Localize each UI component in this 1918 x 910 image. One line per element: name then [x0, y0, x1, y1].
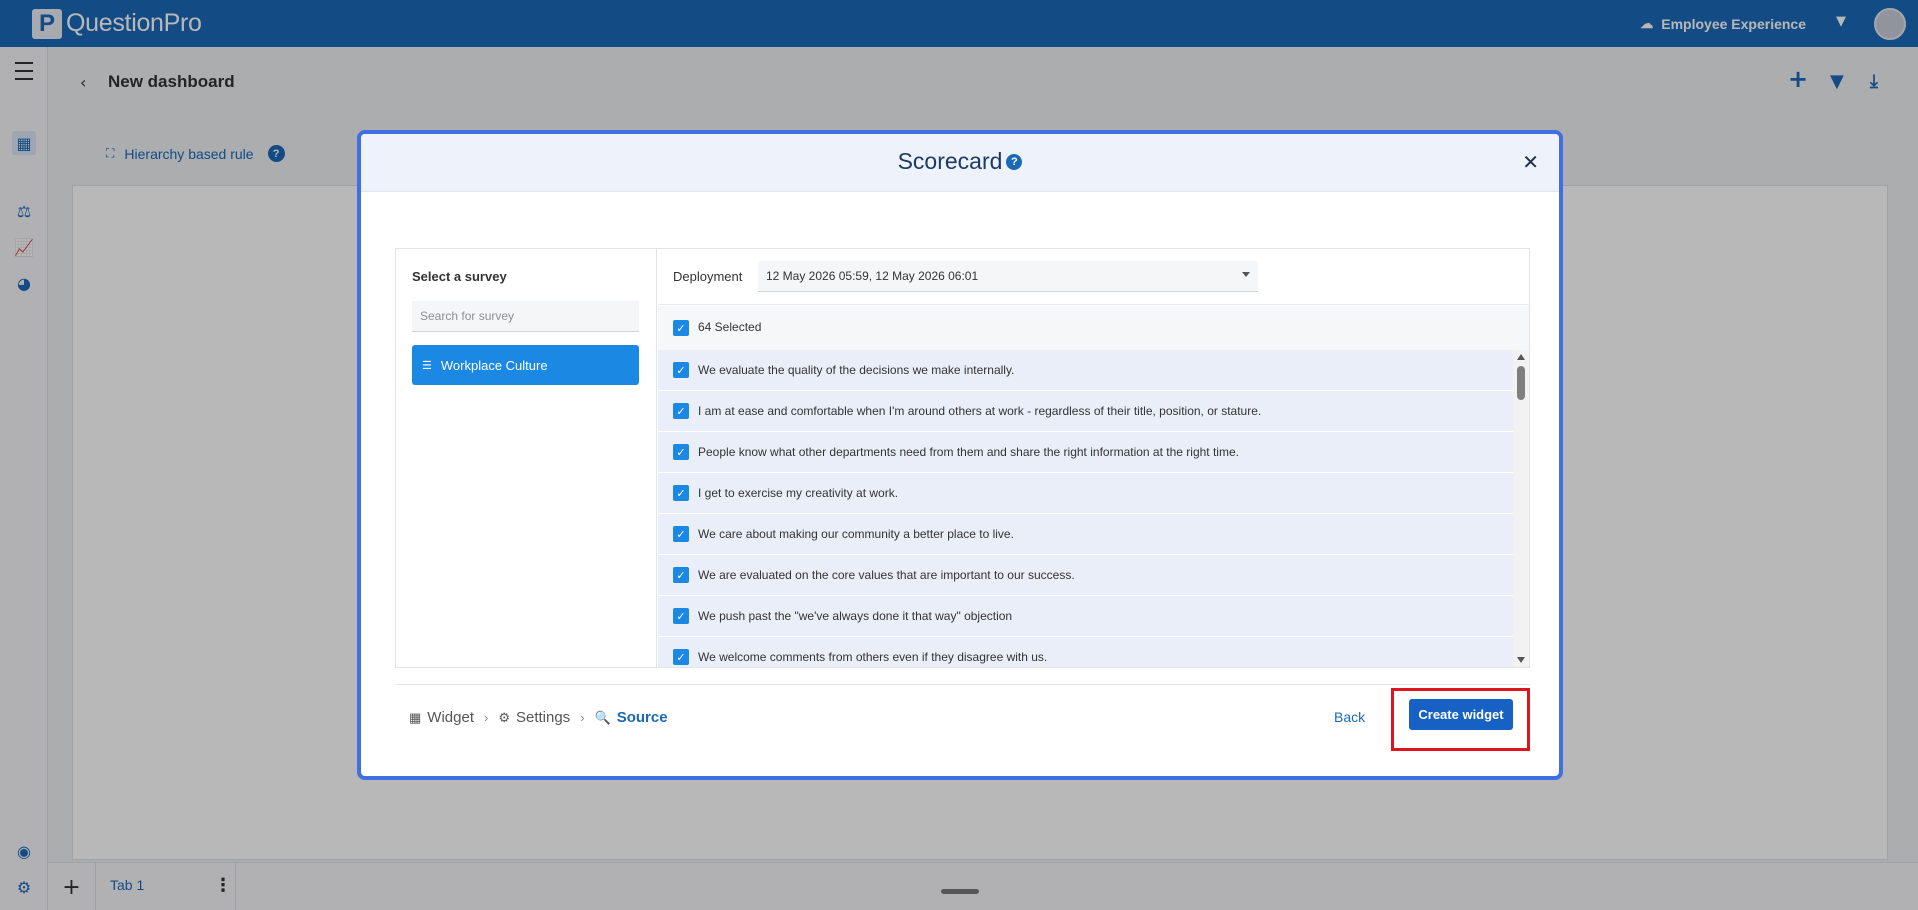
- scroll-down-icon[interactable]: [1517, 657, 1525, 663]
- checklist-icon: ☰: [422, 359, 432, 372]
- selected-count: 64 Selected: [698, 320, 762, 334]
- select-all-row: ✓ 64 Selected: [658, 306, 1529, 350]
- question-text: We care about making our community a bet…: [698, 527, 1014, 541]
- list-item: ✓ We are evaluated on the core values tha…: [658, 555, 1513, 596]
- deployment-bar: Deployment 12 May 2026 05:59, 12 May 202…: [658, 249, 1529, 305]
- list-item: ✓ I get to exercise my creativity at work…: [658, 473, 1513, 514]
- source-panel: Select a survey ☰ Workplace Culture Depl…: [395, 248, 1530, 668]
- question-text: I get to exercise my creativity at work.: [698, 486, 899, 500]
- deployment-label: Deployment: [673, 269, 743, 284]
- survey-item-workplace-culture[interactable]: ☰ Workplace Culture: [412, 345, 639, 385]
- list-item: ✓ People know what other departments need…: [658, 432, 1513, 473]
- survey-selector: Select a survey ☰ Workplace Culture: [396, 249, 657, 667]
- deployment-select[interactable]: 12 May 2026 05:59, 12 May 2026 06:01: [758, 261, 1258, 292]
- question-checkbox[interactable]: ✓: [673, 567, 689, 583]
- scrollbar[interactable]: [1513, 350, 1529, 667]
- breadcrumb: ▦ Widget › ⚙ Settings › 🔍 Source: [409, 709, 668, 726]
- scroll-up-icon[interactable]: [1517, 354, 1525, 360]
- highlight-box: [1391, 688, 1530, 751]
- modal-header: Scorecard? ✕: [361, 134, 1559, 192]
- survey-search-input[interactable]: [412, 301, 639, 332]
- survey-item-label: Workplace Culture: [440, 357, 548, 373]
- question-list: ✓ We evaluate the quality of the decision…: [658, 350, 1513, 667]
- question-text: People know what other departments need …: [698, 445, 1239, 459]
- question-text: We push past the "we've always done it t…: [698, 609, 1013, 623]
- question-text: We welcome comments from others even if …: [698, 650, 1048, 664]
- search-icon: 🔍: [594, 709, 611, 725]
- breadcrumb-settings[interactable]: Settings: [516, 709, 570, 726]
- table-icon: ▦: [409, 709, 422, 725]
- back-button[interactable]: Back: [1334, 709, 1365, 725]
- question-checkbox[interactable]: ✓: [673, 649, 689, 665]
- breadcrumb-widget[interactable]: Widget: [427, 709, 474, 726]
- caret-down-icon: [1242, 272, 1250, 277]
- modal-title: Scorecard?: [361, 148, 1559, 175]
- question-checkbox[interactable]: ✓: [673, 608, 689, 624]
- chevron-right-icon: ›: [580, 710, 585, 725]
- gear-icon: ⚙: [498, 709, 510, 725]
- list-item: ✓ We care about making our community a be…: [658, 514, 1513, 555]
- list-item: ✓ We evaluate the quality of the decision…: [658, 350, 1513, 391]
- select-all-checkbox[interactable]: ✓: [673, 320, 689, 336]
- question-checkbox[interactable]: ✓: [673, 444, 689, 460]
- list-item: ✓ I am at ease and comfortable when I'm a…: [658, 391, 1513, 432]
- footer-divider: [395, 684, 1530, 685]
- question-selector: Deployment 12 May 2026 05:59, 12 May 202…: [658, 249, 1529, 667]
- question-checkbox[interactable]: ✓: [673, 403, 689, 419]
- list-item: ✓ We push past the "we've always done it …: [658, 596, 1513, 637]
- question-text: I am at ease and comfortable when I'm ar…: [698, 404, 1262, 418]
- scroll-thumb[interactable]: [1517, 366, 1525, 400]
- question-text: We evaluate the quality of the decisions…: [698, 363, 1015, 377]
- help-icon[interactable]: ?: [1006, 154, 1023, 170]
- question-checkbox[interactable]: ✓: [673, 526, 689, 542]
- select-survey-label: Select a survey: [412, 269, 507, 284]
- question-checkbox[interactable]: ✓: [673, 362, 689, 378]
- question-checkbox[interactable]: ✓: [673, 485, 689, 501]
- deployment-value: 12 May 2026 05:59, 12 May 2026 06:01: [766, 269, 979, 283]
- close-icon[interactable]: ✕: [1522, 150, 1539, 174]
- scorecard-modal: Scorecard? ✕ Select a survey ☰ Workplace…: [357, 130, 1563, 780]
- modal-title-text: Scorecard: [897, 148, 1003, 174]
- breadcrumb-source[interactable]: Source: [617, 709, 668, 726]
- chevron-right-icon: ›: [483, 710, 489, 725]
- list-item: ✓ We welcome comments from others even if…: [658, 637, 1513, 667]
- question-text: We are evaluated on the core values that…: [698, 568, 1075, 582]
